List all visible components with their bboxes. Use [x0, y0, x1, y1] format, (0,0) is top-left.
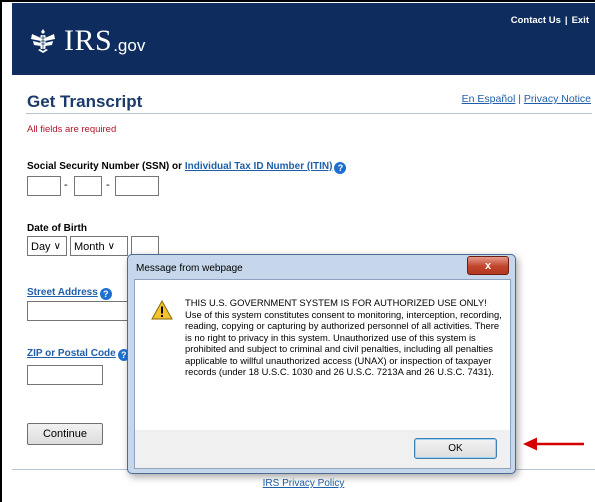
- espanol-link[interactable]: En Español: [462, 93, 516, 105]
- street-label: Street Address?: [27, 287, 112, 300]
- help-icon[interactable]: ?: [334, 162, 347, 174]
- irs-privacy-policy-link[interactable]: IRS Privacy Policy: [263, 478, 345, 489]
- lang-separator: |: [518, 93, 521, 105]
- zip-code-input[interactable]: [27, 365, 103, 385]
- dialog-body: THIS U.S. GOVERNMENT SYSTEM IS FOR AUTHO…: [134, 279, 511, 432]
- header-links: En Español | Privacy Notice: [462, 93, 591, 105]
- dob-month-value: Month: [74, 240, 105, 253]
- top-links: Contact Us | Exit: [511, 15, 589, 26]
- chevron-down-icon: ∨: [107, 241, 115, 252]
- alert-dialog: Message from webpage x THIS U.S. GOVERNM…: [127, 254, 516, 474]
- ssn-label: Social Security Number (SSN) or Individu…: [27, 161, 347, 174]
- ssn-label-text: Social Security Number (SSN) or: [27, 161, 185, 172]
- dob-month-select[interactable]: Month ∨: [70, 236, 128, 256]
- continue-button[interactable]: Continue: [27, 423, 103, 445]
- zip-label: ZIP or Postal Code?: [27, 348, 130, 361]
- privacy-notice-link[interactable]: Privacy Notice: [524, 93, 591, 105]
- ssn-part3-input[interactable]: [115, 176, 159, 196]
- dialog-title: Message from webpage: [136, 263, 243, 274]
- ssn-part2-input[interactable]: [74, 176, 102, 196]
- dialog-heading: THIS U.S. GOVERNMENT SYSTEM IS FOR AUTHO…: [185, 297, 487, 308]
- dialog-message: THIS U.S. GOVERNMENT SYSTEM IS FOR AUTHO…: [185, 297, 503, 378]
- footer: IRS Privacy Policy: [12, 478, 595, 489]
- warning-icon: [151, 300, 173, 320]
- itin-link[interactable]: Individual Tax ID Number (ITIN): [185, 161, 333, 172]
- dob-day-value: Day: [31, 240, 51, 253]
- site-header: IRS .gov Contact Us | Exit: [12, 3, 595, 75]
- street-address-input[interactable]: [27, 301, 137, 321]
- required-note: All fields are required: [27, 124, 117, 135]
- help-icon[interactable]: ?: [99, 288, 112, 300]
- zip-code-link[interactable]: ZIP or Postal Code: [27, 348, 116, 359]
- title-divider: [26, 113, 592, 114]
- dob-day-select[interactable]: Day ∨: [27, 236, 67, 256]
- dialog-footer: OK: [134, 430, 511, 469]
- exit-link[interactable]: Exit: [572, 15, 589, 26]
- close-icon[interactable]: x: [467, 256, 509, 275]
- street-address-link[interactable]: Street Address: [27, 287, 98, 298]
- ssn-part1-input[interactable]: [27, 176, 61, 196]
- irs-brand: IRS: [64, 24, 113, 57]
- page-title: Get Transcript: [27, 92, 143, 111]
- dob-year-input[interactable]: [131, 236, 159, 256]
- top-links-separator: |: [564, 15, 568, 26]
- chevron-down-icon: ∨: [53, 241, 61, 252]
- irs-eagle-icon: [31, 29, 55, 53]
- dob-label: Date of Birth: [27, 223, 87, 234]
- ok-button[interactable]: OK: [414, 438, 497, 459]
- red-arrow-icon: [523, 437, 584, 451]
- ssn-dash-2: -: [106, 179, 110, 191]
- irs-logo[interactable]: IRS .gov: [28, 21, 145, 61]
- irs-tld: .gov: [113, 35, 146, 55]
- ssn-dash-1: -: [64, 179, 68, 191]
- dialog-text: Use of this system constitutes consent t…: [185, 308, 502, 378]
- contact-us-link[interactable]: Contact Us: [511, 15, 561, 26]
